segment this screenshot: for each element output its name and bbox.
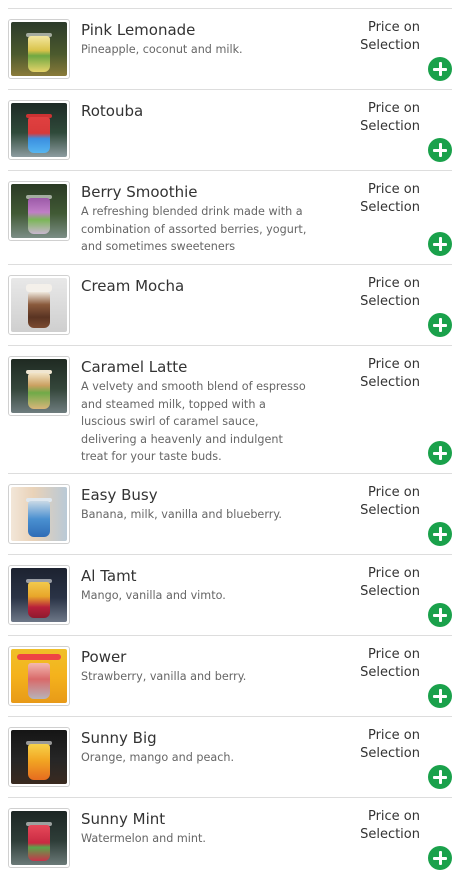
add-to-cart-button[interactable] — [428, 765, 452, 789]
item-description: Watermelon and mint. — [81, 832, 206, 845]
item-description: Orange, mango and peach. — [81, 751, 235, 764]
item-name: Sunny Big — [81, 729, 157, 747]
add-to-cart-button[interactable] — [428, 603, 452, 627]
product-image[interactable] — [8, 100, 70, 160]
item-description: Pineapple, coconut and milk. — [81, 43, 243, 56]
item-name: Al Tamt — [81, 567, 137, 585]
product-image[interactable] — [8, 727, 70, 787]
item-name: Sunny Mint — [81, 810, 166, 828]
item-price: Price on Selection — [360, 809, 420, 842]
menu-item[interactable]: Power Strawberry, vanilla and berry. Pri… — [8, 635, 452, 716]
item-name: Rotouba — [81, 102, 144, 120]
item-price: Price on Selection — [360, 276, 420, 309]
product-image[interactable] — [8, 356, 70, 416]
item-price: Price on Selection — [360, 20, 420, 53]
item-price: Price on Selection — [360, 357, 420, 390]
item-description: A velvety and smooth blend of espresso a… — [81, 380, 306, 464]
add-to-cart-button[interactable] — [428, 313, 452, 337]
menu-item[interactable]: Cream Mocha Price on Selection — [8, 264, 452, 345]
menu-item[interactable]: Al Tamt Mango, vanilla and vimto. Price … — [8, 554, 452, 635]
item-price: Price on Selection — [360, 485, 420, 518]
item-name: Caramel Latte — [81, 358, 188, 376]
product-image[interactable] — [8, 19, 70, 79]
product-image[interactable] — [8, 565, 70, 625]
menu-item[interactable]: Berry Smoothie A refreshing blended drin… — [8, 170, 452, 264]
menu-list: Pink Lemonade Pineapple, coconut and mil… — [8, 8, 452, 878]
add-to-cart-button[interactable] — [428, 138, 452, 162]
product-image[interactable] — [8, 646, 70, 706]
add-to-cart-button[interactable] — [428, 846, 452, 870]
product-image[interactable] — [8, 275, 70, 335]
add-to-cart-button[interactable] — [428, 57, 452, 81]
item-name: Cream Mocha — [81, 277, 185, 295]
menu-item[interactable]: Rotouba Price on Selection — [8, 89, 452, 170]
item-name: Power — [81, 648, 127, 666]
add-to-cart-button[interactable] — [428, 684, 452, 708]
item-description: Mango, vanilla and vimto. — [81, 589, 226, 602]
add-to-cart-button[interactable] — [428, 441, 452, 465]
item-name: Berry Smoothie — [81, 183, 198, 201]
menu-item[interactable]: Pink Lemonade Pineapple, coconut and mil… — [8, 8, 452, 89]
product-image[interactable] — [8, 181, 70, 241]
menu-item[interactable]: Easy Busy Banana, milk, vanilla and blue… — [8, 473, 452, 554]
item-description: Banana, milk, vanilla and blueberry. — [81, 508, 282, 521]
add-to-cart-button[interactable] — [428, 522, 452, 546]
menu-item[interactable]: Caramel Latte A velvety and smooth blend… — [8, 345, 452, 473]
product-image[interactable] — [8, 484, 70, 544]
item-description: Strawberry, vanilla and berry. — [81, 670, 247, 683]
item-price: Price on Selection — [360, 728, 420, 761]
item-price: Price on Selection — [360, 566, 420, 599]
item-name: Easy Busy — [81, 486, 158, 504]
item-price: Price on Selection — [360, 647, 420, 680]
add-to-cart-button[interactable] — [428, 232, 452, 256]
menu-item[interactable]: Sunny Big Orange, mango and peach. Price… — [8, 716, 452, 797]
item-price: Price on Selection — [360, 182, 420, 215]
item-price: Price on Selection — [360, 101, 420, 134]
product-image[interactable] — [8, 808, 70, 868]
item-name: Pink Lemonade — [81, 21, 196, 39]
item-description: A refreshing blended drink made with a c… — [81, 205, 307, 254]
menu-item[interactable]: Sunny Mint Watermelon and mint. Price on… — [8, 797, 452, 878]
